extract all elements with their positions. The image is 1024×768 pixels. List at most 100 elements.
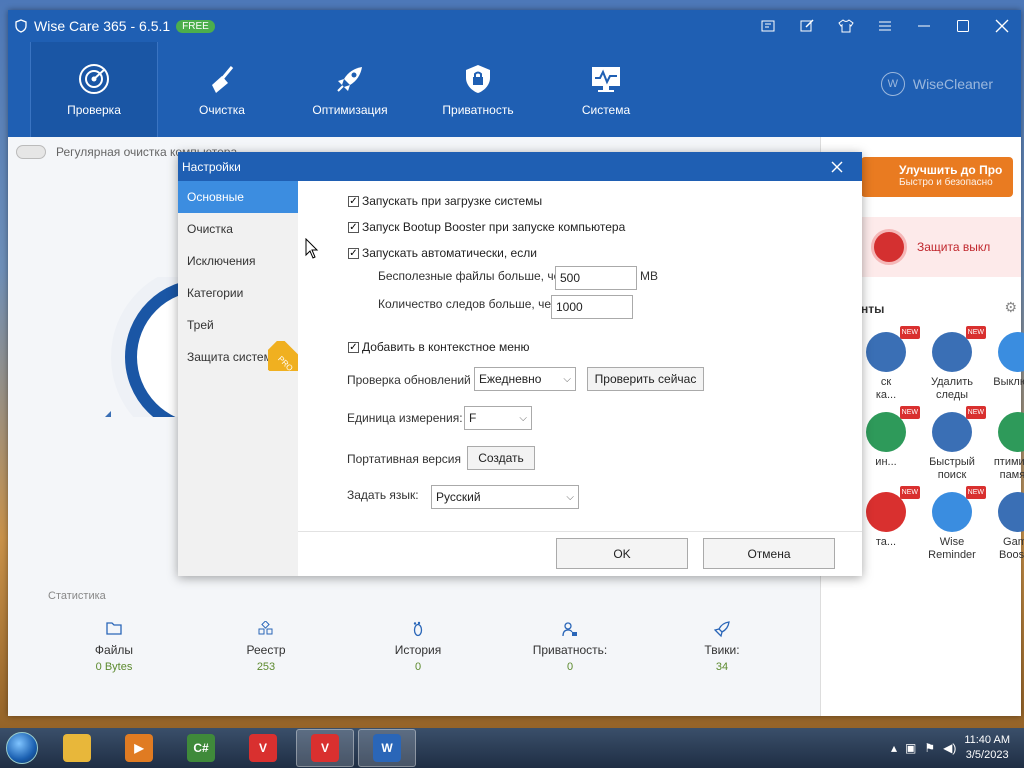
pro-badge: PRO <box>268 341 298 371</box>
context-menu-checkbox[interactable]: ✓ <box>348 341 359 353</box>
sidebar-item-tray[interactable]: Трей <box>178 309 298 341</box>
skin-icon[interactable] <box>826 10 865 42</box>
gear-icon[interactable]: ⚙ <box>1004 299 1017 316</box>
upgrade-sublabel: Быстро и безопасно <box>899 177 993 188</box>
junk-files-unit: MB <box>640 269 658 283</box>
settings-sidebar: Основные Очистка Исключения Категории Тр… <box>178 181 298 576</box>
auto-run-checkbox[interactable]: ✓ <box>348 247 359 259</box>
sidebar-item-categories[interactable]: Категории <box>178 277 298 309</box>
auto-run-label: Запускать автоматически, если <box>362 246 537 260</box>
portable-label: Портативная версия <box>347 452 461 466</box>
nav-label: Приватность <box>442 102 514 117</box>
stat-value: 253 <box>256 661 276 673</box>
flag-icon[interactable]: ⚑ <box>924 741 935 755</box>
stat-value: 0 Bytes <box>95 661 133 673</box>
nav-label: Проверка <box>67 102 121 117</box>
taskbar-app-csharp[interactable]: C# <box>172 729 230 767</box>
taskbar-app-vivaldi-2[interactable]: V <box>296 729 354 767</box>
monitor-icon <box>592 66 620 92</box>
traces-input[interactable]: 1000 <box>551 295 633 319</box>
main-nav: Проверка Очистка Оптимизация Приватность… <box>8 42 1021 137</box>
csharp-icon: C# <box>187 734 215 762</box>
nav-check[interactable]: Проверка <box>30 42 158 137</box>
language-label: Задать язык: <box>347 488 419 502</box>
protection-label: Защита выкл <box>917 240 991 254</box>
create-portable-button[interactable]: Создать <box>467 446 535 470</box>
feedback-icon[interactable] <box>748 10 787 42</box>
sidebar-item-system-protection[interactable]: Защита системы PRO <box>178 341 298 373</box>
minimize-icon[interactable] <box>904 10 943 42</box>
vivaldi-icon: V <box>249 734 277 762</box>
media-player-icon: ▶ <box>125 734 153 762</box>
start-button[interactable] <box>0 728 44 768</box>
updates-select[interactable]: Ежедневно ⌵ <box>474 367 576 391</box>
startup-option[interactable]: ✓ Запускать при загрузке системы <box>348 194 542 208</box>
schedule-clean-toggle[interactable] <box>16 145 46 159</box>
tool-label: птимизац памяти <box>993 456 1024 481</box>
tool-icon: NEW <box>998 492 1024 532</box>
maximize-icon[interactable] <box>943 10 982 42</box>
nav-clean[interactable]: Очистка <box>158 42 286 137</box>
sidebar-item-general[interactable]: Основные <box>178 181 298 213</box>
language-select[interactable]: Русский ⌵ <box>431 485 579 509</box>
broom-icon <box>212 65 234 93</box>
junk-files-label: Бесполезные файлы больше, чем <box>378 269 569 283</box>
bootup-booster-checkbox[interactable]: ✓ <box>348 221 359 233</box>
dialog-footer: OK Отмена <box>298 531 862 576</box>
dialog-title-bar: Настройки <box>178 152 862 181</box>
tool-icon: NEW <box>932 326 986 372</box>
tool-item[interactable]: NEW птимизац памяти <box>983 412 1024 482</box>
edit-icon[interactable] <box>787 10 826 42</box>
tool-label: Wise Reminder <box>928 536 976 561</box>
taskbar-app-explorer[interactable] <box>48 729 106 767</box>
tool-item[interactable]: NEW Быстрый поиск <box>917 406 987 482</box>
nav-label: Оптимизация <box>312 102 388 117</box>
clock[interactable]: 11:40 AM 3/5/2023 <box>964 733 1010 763</box>
junk-files-input[interactable]: 500 <box>555 266 637 290</box>
sidebar-item-cleaning[interactable]: Очистка <box>178 213 298 245</box>
tool-icon: NEW <box>866 326 920 372</box>
volume-icon[interactable]: ◀) <box>943 741 956 755</box>
taskbar-app-media-player[interactable]: ▶ <box>110 729 168 767</box>
context-menu-label: Добавить в контекстное меню <box>362 340 530 354</box>
app-logo-icon <box>15 19 27 33</box>
wisecleaner-brand[interactable]: W WiseCleaner <box>880 72 993 96</box>
upgrade-pro-button[interactable]: Улучшить до Про Быстро и безопасно <box>861 157 1013 197</box>
stat-history: История 0 <box>342 621 494 673</box>
sidebar-item-exclusions[interactable]: Исключения <box>178 245 298 277</box>
tool-label: Game Booster <box>999 536 1024 561</box>
stat-privacy: Приватность: 0 <box>494 621 646 673</box>
folder-icon <box>106 622 122 635</box>
network-icon[interactable]: ▣ <box>905 741 916 755</box>
check-now-button[interactable]: Проверить сейчас <box>587 367 704 391</box>
close-icon[interactable] <box>982 10 1021 42</box>
chevron-down-icon: ⌵ <box>563 373 571 385</box>
nav-privacy[interactable]: Приватность <box>414 42 542 137</box>
pro-badge-label: PRO <box>268 341 298 371</box>
tool-item[interactable]: NEW Удалить следы <box>917 326 987 402</box>
nav-system[interactable]: Система <box>542 42 670 137</box>
context-menu-option[interactable]: ✓ Добавить в контекстное меню <box>348 340 530 354</box>
app-title: Wise Care 365 - 6.5.1 <box>34 18 171 34</box>
taskbar-app-vivaldi[interactable]: V <box>234 729 292 767</box>
stat-label: Приватность: <box>532 643 608 657</box>
taskbar-app-wise-care[interactable]: W <box>358 729 416 767</box>
stat-label: История <box>394 643 442 657</box>
tool-item[interactable]: NEW Wise Reminder <box>917 486 987 562</box>
tool-item[interactable]: NEW Game Booster <box>983 492 1024 562</box>
unit-select[interactable]: F ⌵ <box>464 406 532 430</box>
cancel-button[interactable]: Отмена <box>703 538 835 569</box>
tool-item[interactable]: NEW Выключ... <box>983 332 1024 389</box>
startup-checkbox[interactable]: ✓ <box>348 195 359 207</box>
auto-run-option[interactable]: ✓ Запускать автоматически, если <box>348 246 537 260</box>
tray-expand-icon[interactable]: ▴ <box>891 741 897 755</box>
nav-optimize[interactable]: Оптимизация <box>286 42 414 137</box>
settings-general-panel: ✓ Запускать при загрузке системы ✓ Запус… <box>298 181 862 576</box>
rocket-icon <box>337 66 362 92</box>
ok-button[interactable]: OK <box>556 538 688 569</box>
protection-status[interactable]: Защита выкл <box>861 217 1021 277</box>
dialog-close-button[interactable] <box>812 152 862 181</box>
bootup-booster-option[interactable]: ✓ Запуск Bootup Booster при запуске комп… <box>348 220 625 234</box>
stat-label: Файлы <box>94 643 134 657</box>
menu-icon[interactable] <box>865 10 904 42</box>
